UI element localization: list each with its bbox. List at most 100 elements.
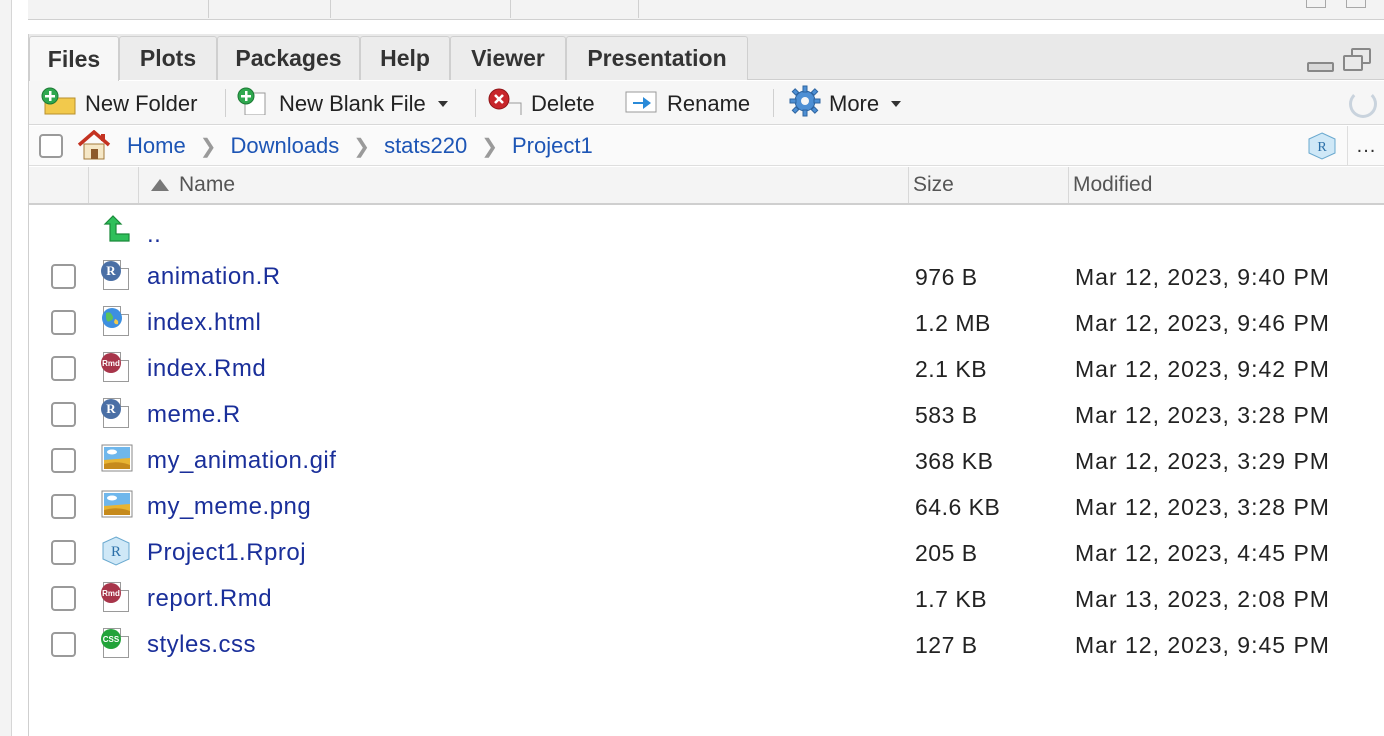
delete-icon [487,87,523,121]
table-row[interactable]: R Project1.Rproj 205 B Mar 12, 2023, 4:45 P… [29,530,1384,576]
select-all-checkbox[interactable] [39,134,63,158]
more-button[interactable]: More [789,85,902,121]
refresh-icon[interactable] [1349,90,1377,118]
new-blank-file-label: New Blank File [279,91,426,116]
table-row[interactable]: my_meme.png 64.6 KB Mar 12, 2023, 3:28 PM [29,484,1384,530]
rproj-icon[interactable]: R [1307,132,1337,160]
go-to-directory-button[interactable]: ... [1347,126,1384,166]
rename-button[interactable]: Rename [625,87,750,121]
upper-minimize-button[interactable] [1306,0,1326,8]
file-modified: Mar 12, 2023, 9:45 PM [1075,631,1330,658]
upper-pane-edge [28,0,1384,20]
delete-label: Delete [531,91,595,116]
new-folder-button[interactable]: New Folder [41,87,197,121]
chevron-right-icon: ❯ [353,135,371,158]
table-row[interactable]: index.html 1.2 MB Mar 12, 2023, 9:46 PM [29,300,1384,346]
breadcrumb-project1[interactable]: Project1 [512,133,593,159]
toolbar-separator [225,89,226,117]
file-name-link[interactable]: styles.css [147,622,256,668]
tab-packages[interactable]: Packages [217,36,360,80]
chevron-right-icon: ❯ [481,135,498,158]
breadcrumb-stats220[interactable]: stats220 [384,133,467,159]
parent-directory-link[interactable]: .. [147,212,161,258]
file-name-link[interactable]: index.html [147,300,261,346]
header-checkbox-column [29,167,89,203]
tab-viewer[interactable]: Viewer [450,36,566,80]
delete-button[interactable]: Delete [487,87,595,121]
row-checkbox[interactable] [51,632,76,657]
chevron-right-icon: ❯ [199,135,217,158]
files-pane: Files Plots Packages Help Viewer Present… [28,34,1384,736]
sort-ascending-icon [151,179,169,191]
file-name-link[interactable]: Project1.Rproj [147,530,306,576]
header-size-label: Size [913,173,954,196]
row-checkbox[interactable] [51,402,76,427]
tab-presentation[interactable]: Presentation [566,36,748,80]
file-modified: Mar 12, 2023, 4:45 PM [1075,539,1330,566]
header-name[interactable]: Name [139,167,909,203]
table-row[interactable]: Ranimation.R 976 B Mar 12, 2023, 9:40 PM [29,254,1384,300]
row-checkbox[interactable] [51,310,76,335]
row-checkbox[interactable] [51,494,76,519]
file-name-link[interactable]: index.Rmd [147,346,266,392]
file-name-link[interactable]: report.Rmd [147,576,272,622]
html-file-icon [101,306,131,338]
header-modified-label: Modified [1073,173,1153,196]
image-file-icon [101,490,133,522]
file-table-header: Name Size Modified [29,167,1384,205]
table-row[interactable]: my_animation.gif 368 KB Mar 12, 2023, 3:29… [29,438,1384,484]
breadcrumb-downloads[interactable]: Downloads [230,133,339,159]
new-blank-file-button[interactable]: New Blank File [237,87,448,121]
breadcrumb-home[interactable]: Home [127,133,186,159]
restore-icon [1343,55,1363,71]
r-script-icon: R [101,260,131,292]
maximize-pane-button[interactable] [1343,48,1371,72]
header-size[interactable]: Size [909,167,1069,203]
tab-label: Presentation [587,45,727,71]
file-name-link[interactable]: animation.R [147,254,281,300]
divider [330,0,331,18]
files-toolbar: New Folder New Blank File Delete Rename … [29,81,1384,125]
tab-files[interactable]: Files [29,36,119,81]
file-name-link[interactable]: my_animation.gif [147,438,336,484]
table-row[interactable]: Rmd index.Rmd 2.1 KB Mar 12, 2023, 9:42 PM [29,346,1384,392]
row-checkbox[interactable] [51,264,76,289]
table-row[interactable]: CSS styles.css 127 B Mar 12, 2023, 9:45 PM [29,622,1384,668]
file-modified: Mar 12, 2023, 3:29 PM [1075,447,1330,474]
file-modified: Mar 12, 2023, 9:42 PM [1075,355,1330,382]
row-checkbox[interactable] [51,448,76,473]
upper-maximize-button[interactable] [1346,0,1366,8]
row-checkbox[interactable] [51,540,76,565]
parent-directory-row[interactable]: .. [29,208,1384,254]
tab-label: Files [47,45,101,72]
table-row[interactable]: Rmd report.Rmd 1.7 KB Mar 13, 2023, 2:08 PM [29,576,1384,622]
breadcrumb: Home ❯ Downloads ❯ stats220 ❯ Project1 R… [29,126,1384,166]
row-checkbox[interactable] [51,356,76,381]
file-size: 205 B [915,539,978,566]
file-size: 368 KB [915,447,994,474]
file-modified: Mar 12, 2023, 9:46 PM [1075,309,1330,336]
file-name-link[interactable]: meme.R [147,392,241,438]
toolbar-separator [475,89,476,117]
header-name-label: Name [179,173,236,196]
tab-label: Viewer [471,45,545,71]
file-modified: Mar 13, 2023, 2:08 PM [1075,585,1330,612]
divider [208,0,209,18]
rproj-icon: R [101,536,131,568]
header-modified[interactable]: Modified [1069,167,1384,203]
rename-label: Rename [667,91,751,116]
file-size: 127 B [915,631,978,658]
table-row[interactable]: Rmeme.R 583 B Mar 12, 2023, 3:28 PM [29,392,1384,438]
divider [510,0,511,18]
tab-plots[interactable]: Plots [119,36,217,80]
tab-label: Plots [139,45,197,71]
tab-help[interactable]: Help [360,36,450,80]
minimize-pane-button[interactable] [1307,62,1334,72]
home-icon[interactable] [77,129,111,160]
row-checkbox[interactable] [51,586,76,611]
svg-text:R: R [111,544,121,560]
file-size: 1.7 KB [915,585,988,612]
up-arrow-icon [101,214,131,246]
adjacent-pane-edge [0,0,12,736]
file-name-link[interactable]: my_meme.png [147,484,311,530]
